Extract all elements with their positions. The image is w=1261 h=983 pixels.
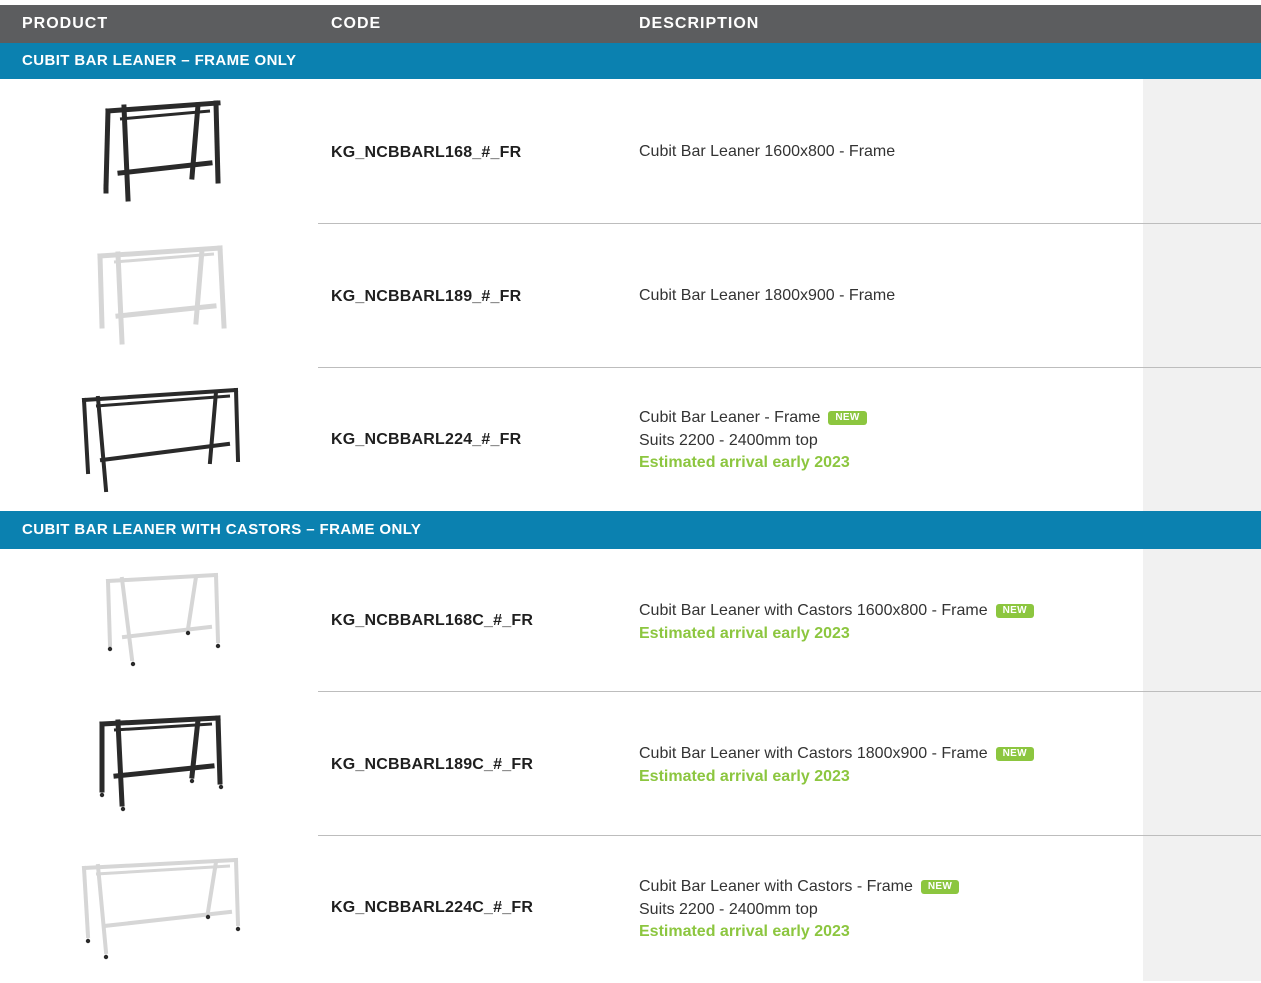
section-title: CUBIT BAR LEANER – FRAME ONLY: [22, 52, 297, 69]
table-row: KG_NCBBARL224_#_FR Cubit Bar Leaner - Fr…: [0, 368, 1261, 511]
description-text: Cubit Bar Leaner - Frame: [639, 409, 821, 426]
bar-leaner-frame-image: [81, 387, 241, 493]
product-code: KG_NCBBARL168_#_FR: [331, 144, 522, 161]
product-table: PRODUCT CODE DESCRIPTION CUBIT BAR LEANE…: [0, 0, 1261, 983]
arrival-note: Estimated arrival early 2023: [639, 923, 850, 940]
description-line: Cubit Bar Leaner with Castors 1600x800 -…: [639, 600, 1034, 623]
description-size-note: Suits 2200 - 2400mm top: [639, 431, 818, 449]
bar-leaner-castors-image: [105, 572, 221, 667]
table-header: PRODUCT CODE DESCRIPTION: [0, 5, 1261, 43]
product-code: KG_NCBBARL224_#_FR: [331, 431, 522, 448]
section-title-frame-only: CUBIT BAR LEANER – FRAME ONLY: [0, 43, 1261, 79]
description-line: Cubit Bar Leaner 1800x900 - Frame: [639, 287, 896, 304]
header-product: PRODUCT: [22, 15, 109, 32]
description-line: Cubit Bar Leaner with Castors - Frame NEW: [639, 876, 960, 899]
new-badge: NEW: [828, 411, 867, 425]
product-description: Cubit Bar Leaner - Frame NEW Suits 2200 -…: [639, 407, 867, 475]
product-image: [70, 852, 250, 964]
header-code: CODE: [331, 15, 382, 32]
product-image: [70, 569, 250, 673]
new-badge: NEW: [995, 604, 1034, 618]
description-line: Cubit Bar Leaner with Castors 1800x900 -…: [639, 743, 1034, 766]
product-description: Cubit Bar Leaner with Castors - Frame NEW…: [639, 876, 960, 944]
header-description: DESCRIPTION: [639, 15, 760, 32]
description-text: Cubit Bar Leaner with Castors 1600x800 -…: [639, 602, 988, 619]
section-title: CUBIT BAR LEANER WITH CASTORS – FRAME ON…: [22, 521, 422, 538]
new-badge: NEW: [995, 747, 1034, 761]
bar-leaner-frame-image: [97, 245, 227, 345]
table-row: KG_NCBBARL168_#_FR Cubit Bar Leaner 1600…: [0, 79, 1261, 223]
bar-leaner-castors-image: [99, 715, 224, 812]
bar-leaner-castors-image: [81, 857, 241, 960]
product-description: Cubit Bar Leaner 1600x800 - Frame: [639, 141, 895, 164]
product-code: KG_NCBBARL168C_#_FR: [331, 612, 534, 629]
description-line: Cubit Bar Leaner 1600x800 - Frame: [639, 143, 896, 160]
new-badge: NEW: [920, 880, 960, 894]
product-description: Cubit Bar Leaner with Castors 1800x900 -…: [639, 743, 1034, 788]
arrival-note: Estimated arrival early 2023: [639, 454, 850, 471]
arrival-note: Estimated arrival early 2023: [639, 624, 850, 642]
section-title-with-castors: CUBIT BAR LEANER WITH CASTORS – FRAME ON…: [0, 511, 1261, 549]
bar-leaner-frame-image: [103, 100, 221, 202]
product-image: [70, 97, 250, 207]
table-row: KG_NCBBARL189_#_FR Cubit Bar Leaner 1800…: [0, 224, 1261, 367]
description-size-note: Suits 2200 - 2400mm top: [639, 900, 818, 918]
table-row: KG_NCBBARL224C_#_FR Cubit Bar Leaner wit…: [0, 836, 1261, 981]
arrival-note: Estimated arrival early 2023: [639, 767, 850, 785]
product-code: KG_NCBBARL189C_#_FR: [331, 756, 534, 773]
description-text: Cubit Bar Leaner with Castors 1800x900 -…: [639, 745, 988, 762]
product-description: Cubit Bar Leaner with Castors 1600x800 -…: [639, 600, 1034, 645]
product-code: KG_NCBBARL224C_#_FR: [331, 899, 534, 916]
product-image: [70, 380, 250, 498]
product-description: Cubit Bar Leaner 1800x900 - Frame: [639, 285, 895, 308]
product-code: KG_NCBBARL189_#_FR: [331, 288, 522, 305]
description-line: Cubit Bar Leaner - Frame NEW: [639, 407, 867, 430]
table-row: KG_NCBBARL189C_#_FR Cubit Bar Leaner wit…: [0, 692, 1261, 835]
product-image: [70, 712, 250, 818]
product-image: [70, 242, 250, 352]
table-row: KG_NCBBARL168C_#_FR Cubit Bar Leaner wit…: [0, 549, 1261, 692]
description-text: Cubit Bar Leaner with Castors - Frame: [639, 878, 913, 895]
